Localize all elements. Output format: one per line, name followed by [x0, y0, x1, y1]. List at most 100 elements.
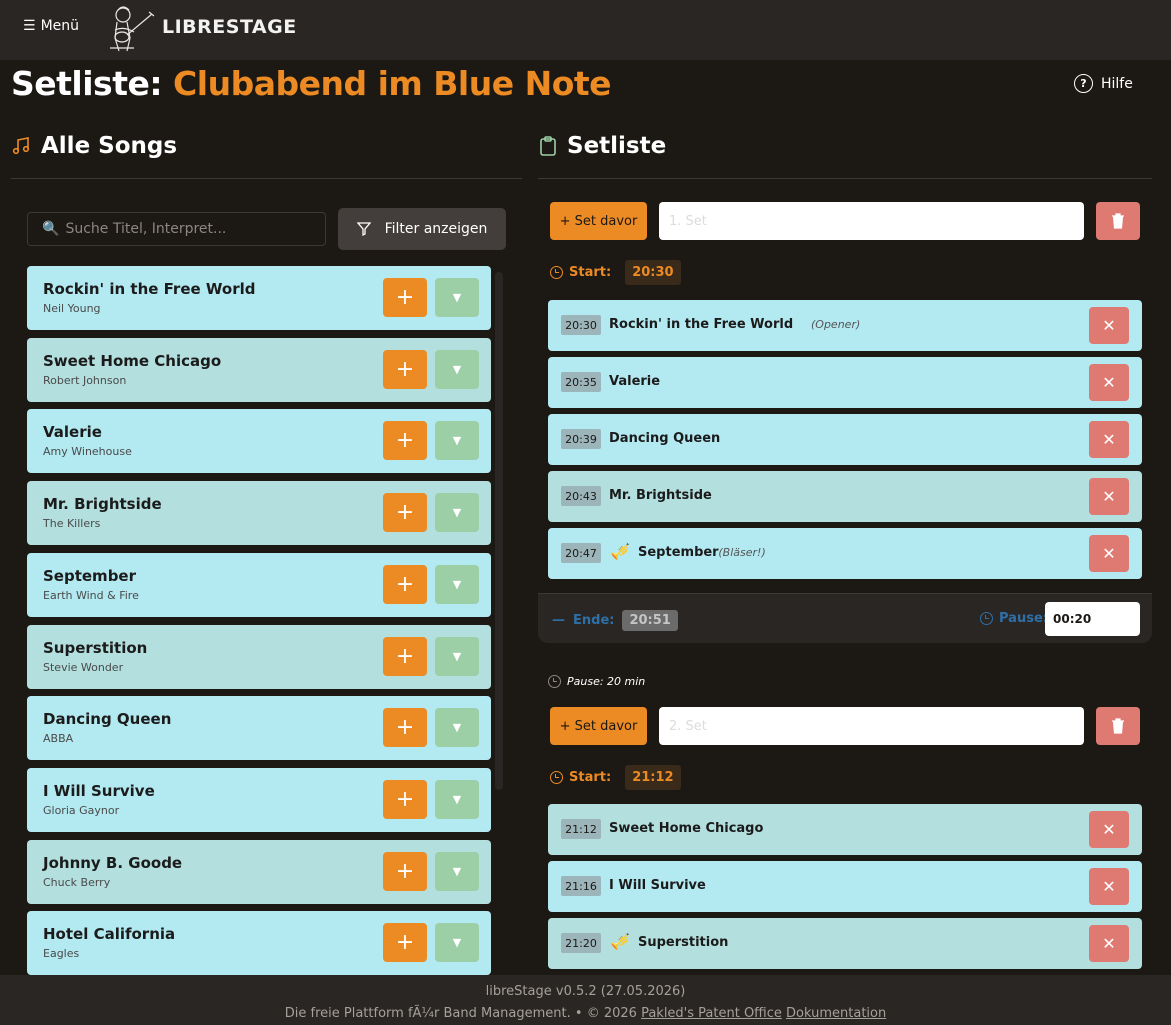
- song-card: Superstition Stevie Wonder + ▼: [27, 625, 491, 689]
- start-time[interactable]: 21:12: [625, 765, 681, 790]
- add-to-setlist-button[interactable]: +: [383, 350, 427, 389]
- song-card: Hotel California Eagles + ▼: [27, 911, 491, 975]
- setlist-entry[interactable]: 20:47 🎺 September (Bläser!) ✕: [548, 528, 1142, 579]
- close-icon: ✕: [1102, 934, 1116, 953]
- remove-entry-button[interactable]: ✕: [1089, 535, 1129, 572]
- expand-button[interactable]: ▼: [435, 350, 479, 389]
- remove-entry-button[interactable]: ✕: [1089, 364, 1129, 401]
- delete-set-button[interactable]: [1096, 202, 1140, 240]
- remove-entry-button[interactable]: ✕: [1089, 421, 1129, 458]
- song-artist: Chuck Berry: [43, 876, 111, 889]
- chevron-down-icon: ▼: [452, 793, 462, 806]
- add-to-setlist-button[interactable]: +: [383, 421, 427, 460]
- expand-button[interactable]: ▼: [435, 852, 479, 891]
- add-to-setlist-button[interactable]: +: [383, 278, 427, 317]
- pause-label: Pause:: [999, 611, 1048, 626]
- expand-button[interactable]: ▼: [435, 923, 479, 962]
- remove-entry-button[interactable]: ✕: [1089, 811, 1129, 848]
- song-title: Hotel California: [43, 925, 176, 943]
- chevron-down-icon: ▼: [452, 936, 462, 949]
- page-title-label: Setliste:: [11, 64, 163, 103]
- expand-button[interactable]: ▼: [435, 637, 479, 676]
- add-to-setlist-button[interactable]: +: [383, 708, 427, 747]
- plus-icon: +: [395, 428, 415, 453]
- search-input[interactable]: [65, 221, 306, 237]
- song-card: Johnny B. Goode Chuck Berry + ▼: [27, 840, 491, 904]
- entry-note: (Bläser!): [718, 546, 766, 559]
- setlist-entry[interactable]: 20:30 Rockin' in the Free World (Opener) ✕: [548, 300, 1142, 351]
- plus-icon: +: [395, 357, 415, 382]
- chevron-down-icon: ▼: [452, 291, 462, 304]
- add-to-setlist-button[interactable]: +: [383, 780, 427, 819]
- add-to-setlist-button[interactable]: +: [383, 923, 427, 962]
- set-name-input[interactable]: [659, 707, 1084, 745]
- expand-button[interactable]: ▼: [435, 780, 479, 819]
- song-title: Rockin' in the Free World: [43, 280, 256, 298]
- add-set-before-button[interactable]: + Set davor: [550, 707, 647, 745]
- plus-icon: +: [395, 285, 415, 310]
- filter-funnel-icon: [356, 222, 371, 236]
- entry-note: (Opener): [811, 318, 861, 331]
- scrollbar[interactable]: [495, 272, 503, 790]
- expand-button[interactable]: ▼: [435, 278, 479, 317]
- plus-icon: +: [395, 930, 415, 955]
- chevron-down-icon: ▼: [452, 578, 462, 591]
- start-time[interactable]: 20:30: [625, 260, 681, 285]
- guitarist-logo[interactable]: [104, 4, 156, 54]
- setlist-entry[interactable]: 21:12 Sweet Home Chicago ✕: [548, 804, 1142, 855]
- setlist-entry[interactable]: 20:35 Valerie ✕: [548, 357, 1142, 408]
- docs-link[interactable]: Dokumentation: [786, 1006, 886, 1021]
- delete-set-button[interactable]: [1096, 707, 1140, 745]
- entry-time: 20:35: [561, 372, 601, 392]
- set-start: Start: 21:12: [550, 765, 681, 790]
- menu-button[interactable]: ☰ Menü: [23, 18, 79, 34]
- chevron-down-icon: ▼: [452, 363, 462, 376]
- song-title: Dancing Queen: [43, 710, 172, 728]
- song-title: Superstition: [43, 639, 148, 657]
- add-set-before-button[interactable]: + Set davor: [550, 202, 647, 240]
- trash-icon: [1112, 213, 1124, 229]
- expand-button[interactable]: ▼: [435, 708, 479, 747]
- clipboard-icon: [540, 136, 556, 156]
- plus-icon: +: [395, 572, 415, 597]
- all-songs-title: Alle Songs: [41, 133, 178, 159]
- close-icon: ✕: [1102, 877, 1116, 896]
- song-title: Mr. Brightside: [43, 495, 162, 513]
- remove-entry-button[interactable]: ✕: [1089, 307, 1129, 344]
- song-artist: Earth Wind & Fire: [43, 589, 139, 602]
- clock-icon: [980, 612, 993, 625]
- add-to-setlist-button[interactable]: +: [383, 637, 427, 676]
- set-name-input[interactable]: [659, 202, 1084, 240]
- entry-time: 20:39: [561, 429, 601, 449]
- divider: [11, 178, 522, 179]
- song-card: Mr. Brightside The Killers + ▼: [27, 481, 491, 545]
- entry-time: 21:20: [561, 933, 601, 953]
- page-title: Setliste: Clubabend im Blue Note: [11, 64, 612, 103]
- expand-button[interactable]: ▼: [435, 421, 479, 460]
- search-box[interactable]: 🔍: [27, 212, 326, 246]
- expand-button[interactable]: ▼: [435, 493, 479, 532]
- expand-button[interactable]: ▼: [435, 565, 479, 604]
- add-to-setlist-button[interactable]: +: [383, 493, 427, 532]
- setlist-entry[interactable]: 21:20 🎺 Superstition ✕: [548, 918, 1142, 969]
- add-to-setlist-button[interactable]: +: [383, 565, 427, 604]
- remove-entry-button[interactable]: ✕: [1089, 925, 1129, 962]
- filter-button[interactable]: Filter anzeigen: [338, 208, 506, 250]
- song-artist: The Killers: [43, 517, 101, 530]
- pause-duration-input[interactable]: [1045, 602, 1140, 636]
- brand-name[interactable]: LIBRESTAGE: [162, 16, 297, 38]
- entry-title: Valerie: [609, 374, 661, 389]
- song-artist: Robert Johnson: [43, 374, 127, 387]
- help-button[interactable]: ? Hilfe: [1074, 74, 1133, 93]
- song-card: Rockin' in the Free World Neil Young + ▼: [27, 266, 491, 330]
- remove-entry-button[interactable]: ✕: [1089, 478, 1129, 515]
- setlist-entry[interactable]: 20:43 Mr. Brightside ✕: [548, 471, 1142, 522]
- remove-entry-button[interactable]: ✕: [1089, 868, 1129, 905]
- setlist-entry[interactable]: 20:39 Dancing Queen ✕: [548, 414, 1142, 465]
- top-bar: ☰ Menü LIBRESTAGE: [0, 0, 1171, 60]
- org-link[interactable]: Pakled's Patent Office: [641, 1006, 782, 1021]
- song-title: Sweet Home Chicago: [43, 352, 222, 370]
- add-to-setlist-button[interactable]: +: [383, 852, 427, 891]
- filter-label: Filter anzeigen: [384, 221, 488, 237]
- setlist-entry[interactable]: 21:16 I Will Survive ✕: [548, 861, 1142, 912]
